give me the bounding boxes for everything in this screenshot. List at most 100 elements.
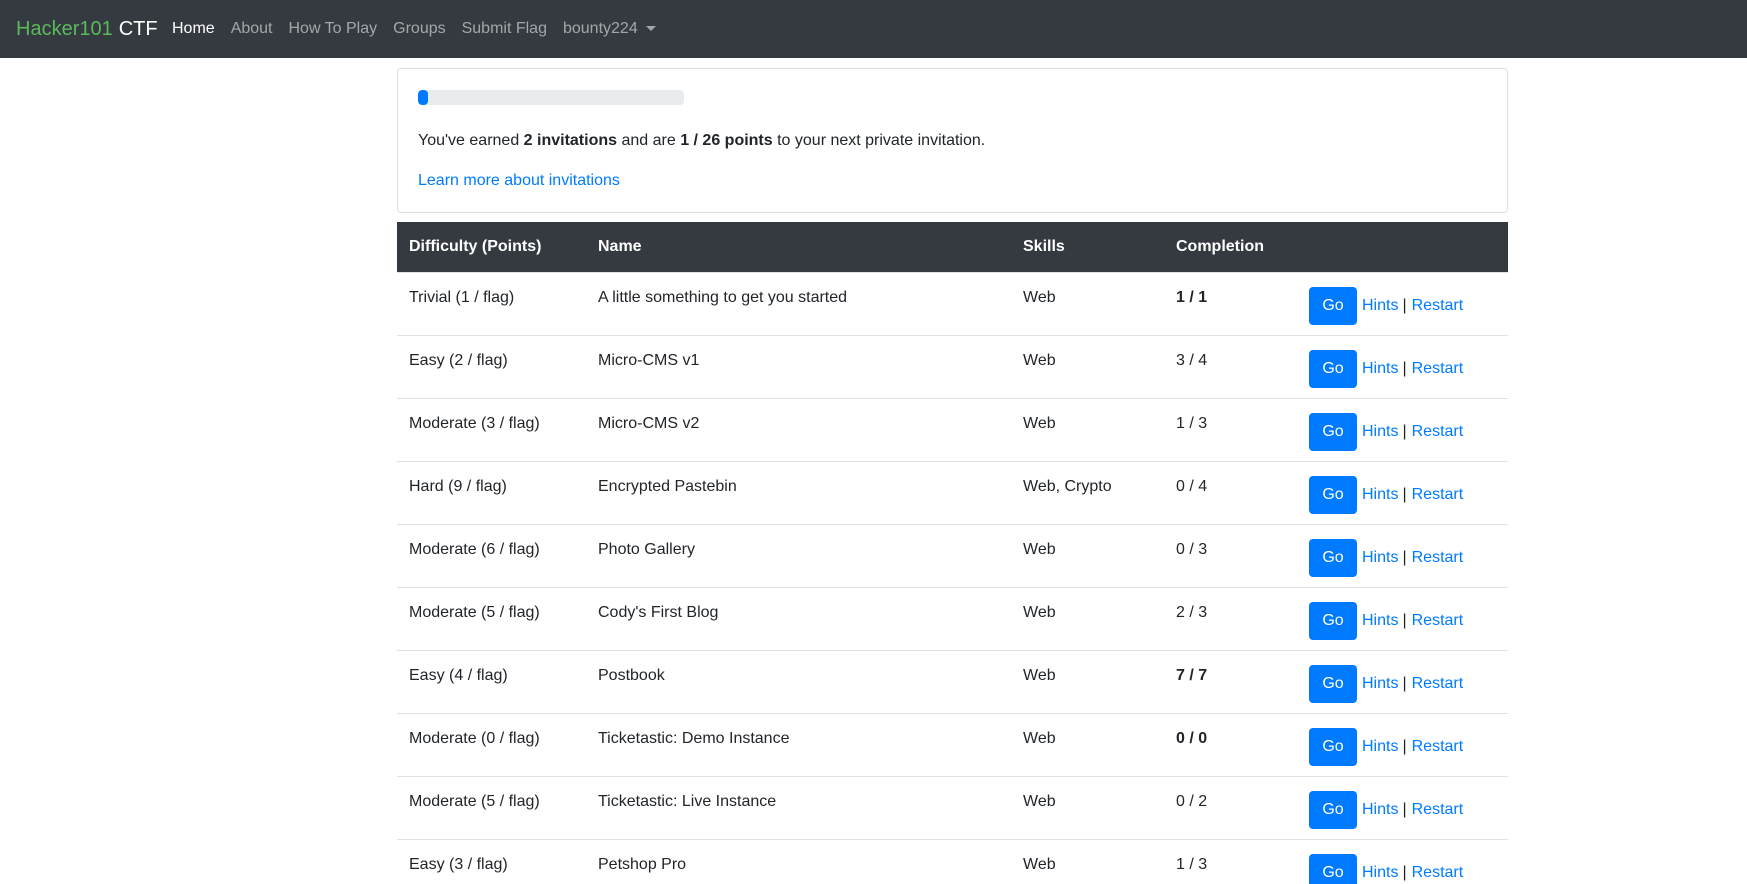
cell-completion: 3 / 4 [1176, 352, 1208, 369]
row-actions: Go Hints | Restart [1309, 476, 1463, 514]
cell-skills: Web [1023, 604, 1056, 621]
top-navbar: Hacker101 CTF Home About How To Play Gro… [0, 0, 1747, 58]
row-actions: Go Hints | Restart [1309, 287, 1463, 325]
cell-name: Postbook [598, 667, 665, 684]
hints-link[interactable]: Hints [1362, 486, 1398, 504]
go-button[interactable]: Go [1309, 791, 1357, 829]
nav-home[interactable]: Home [172, 20, 215, 38]
go-button[interactable]: Go [1309, 602, 1357, 640]
cell-name: Photo Gallery [598, 541, 695, 558]
cell-completion: 0 / 4 [1176, 478, 1208, 495]
restart-link[interactable]: Restart [1412, 360, 1464, 378]
separator: | [1402, 360, 1407, 377]
hints-link[interactable]: Hints [1362, 612, 1398, 630]
restart-link[interactable]: Restart [1412, 423, 1464, 441]
restart-link[interactable]: Restart [1412, 612, 1464, 630]
go-button[interactable]: Go [1309, 854, 1357, 884]
separator: | [1402, 297, 1407, 314]
cell-completion: 0 / 3 [1176, 541, 1208, 558]
cell-completion: 0 / 2 [1176, 793, 1208, 810]
separator: | [1402, 486, 1407, 503]
row-actions: Go Hints | Restart [1309, 665, 1463, 703]
restart-link[interactable]: Restart [1412, 801, 1464, 819]
header-name: Name [598, 238, 642, 255]
cell-completion: 7 / 7 [1176, 667, 1208, 684]
cell-skills: Web, Crypto [1023, 478, 1112, 495]
table-row: Moderate (6 / flag) Photo Gallery Web 0 / 3… [397, 524, 1508, 587]
cell-skills: Web [1023, 352, 1056, 369]
go-button[interactable]: Go [1309, 476, 1357, 514]
text-middle: and are [617, 132, 681, 149]
restart-link[interactable]: Restart [1412, 738, 1464, 756]
go-button[interactable]: Go [1309, 665, 1357, 703]
cell-difficulty: Moderate (6 / flag) [409, 541, 540, 558]
cell-skills: Web [1023, 415, 1056, 432]
separator: | [1402, 423, 1407, 440]
separator: | [1402, 675, 1407, 692]
cell-completion: 2 / 3 [1176, 604, 1208, 621]
cell-skills: Web [1023, 793, 1056, 810]
cell-difficulty: Moderate (5 / flag) [409, 793, 540, 810]
learn-more-invitations-link[interactable]: Learn more about invitations [418, 172, 620, 190]
cell-completion: 1 / 3 [1176, 415, 1208, 432]
table-row: Easy (3 / flag) Petshop Pro Web 1 / 3 Go Hint… [397, 839, 1508, 884]
go-button[interactable]: Go [1309, 413, 1357, 451]
nav-groups[interactable]: Groups [393, 20, 445, 38]
restart-link[interactable]: Restart [1412, 864, 1464, 882]
cell-difficulty: Moderate (3 / flag) [409, 415, 540, 432]
cell-name: Ticketastic: Live Instance [598, 793, 777, 810]
restart-link[interactable]: Restart [1412, 297, 1464, 315]
table-row: Moderate (0 / flag) Ticketastic: Demo Ins… [397, 713, 1508, 776]
header-skills: Skills [1023, 238, 1065, 255]
cell-completion: 0 / 0 [1176, 730, 1208, 747]
table-row: Moderate (3 / flag) Micro-CMS v2 Web 1 / 3 G… [397, 398, 1508, 461]
points-progress: 1 / 26 points [680, 132, 773, 149]
go-button[interactable]: Go [1309, 287, 1357, 325]
text-suffix: to your next private invitation. [772, 132, 986, 149]
header-difficulty: Difficulty (Points) [409, 238, 542, 255]
nav-how-to-play[interactable]: How To Play [289, 20, 378, 38]
restart-link[interactable]: Restart [1412, 675, 1464, 693]
hints-link[interactable]: Hints [1362, 675, 1398, 693]
restart-link[interactable]: Restart [1412, 549, 1464, 567]
hints-link[interactable]: Hints [1362, 549, 1398, 567]
hints-link[interactable]: Hints [1362, 738, 1398, 756]
hints-link[interactable]: Hints [1362, 801, 1398, 819]
cell-difficulty: Moderate (0 / flag) [409, 730, 540, 747]
go-button[interactable]: Go [1309, 350, 1357, 388]
row-actions: Go Hints | Restart [1309, 539, 1463, 577]
cell-name: Encrypted Pastebin [598, 478, 737, 495]
row-actions: Go Hints | Restart [1309, 350, 1463, 388]
invitation-status-text: You've earned 2 invitations and are 1 / … [418, 132, 985, 150]
cell-name: Cody's First Blog [598, 604, 719, 621]
cell-name: A little something to get you started [598, 289, 848, 306]
cell-difficulty: Moderate (5 / flag) [409, 604, 540, 621]
cell-skills: Web [1023, 856, 1056, 873]
go-button[interactable]: Go [1309, 728, 1357, 766]
hints-link[interactable]: Hints [1362, 423, 1398, 441]
cell-name: Micro-CMS v2 [598, 415, 700, 432]
cell-name: Micro-CMS v1 [598, 352, 700, 369]
separator: | [1402, 738, 1407, 755]
nav-links: Home About How To Play Groups Submit Fla… [172, 0, 672, 58]
cell-completion: 1 / 3 [1176, 856, 1208, 873]
hints-link[interactable]: Hints [1362, 360, 1398, 378]
brand-logo[interactable]: Hacker101 CTF [16, 0, 158, 58]
progress-fill [418, 90, 429, 105]
nav-submit-flag[interactable]: Submit Flag [462, 20, 547, 38]
cell-difficulty: Easy (2 / flag) [409, 352, 508, 369]
table-row: Easy (4 / flag) Postbook Web 7 / 7 Go Hints | R… [397, 650, 1508, 713]
brand-primary: Hacker101 [16, 17, 113, 40]
separator: | [1402, 612, 1407, 629]
cell-skills: Web [1023, 289, 1056, 306]
row-actions: Go Hints | Restart [1309, 791, 1463, 829]
user-menu-dropdown[interactable]: bounty224 [563, 20, 656, 38]
text-prefix: You've earned [418, 132, 524, 149]
cell-skills: Web [1023, 667, 1056, 684]
restart-link[interactable]: Restart [1412, 486, 1464, 504]
hints-link[interactable]: Hints [1362, 864, 1398, 882]
nav-about[interactable]: About [231, 20, 273, 38]
hints-link[interactable]: Hints [1362, 297, 1398, 315]
cell-skills: Web [1023, 541, 1056, 558]
go-button[interactable]: Go [1309, 539, 1357, 577]
